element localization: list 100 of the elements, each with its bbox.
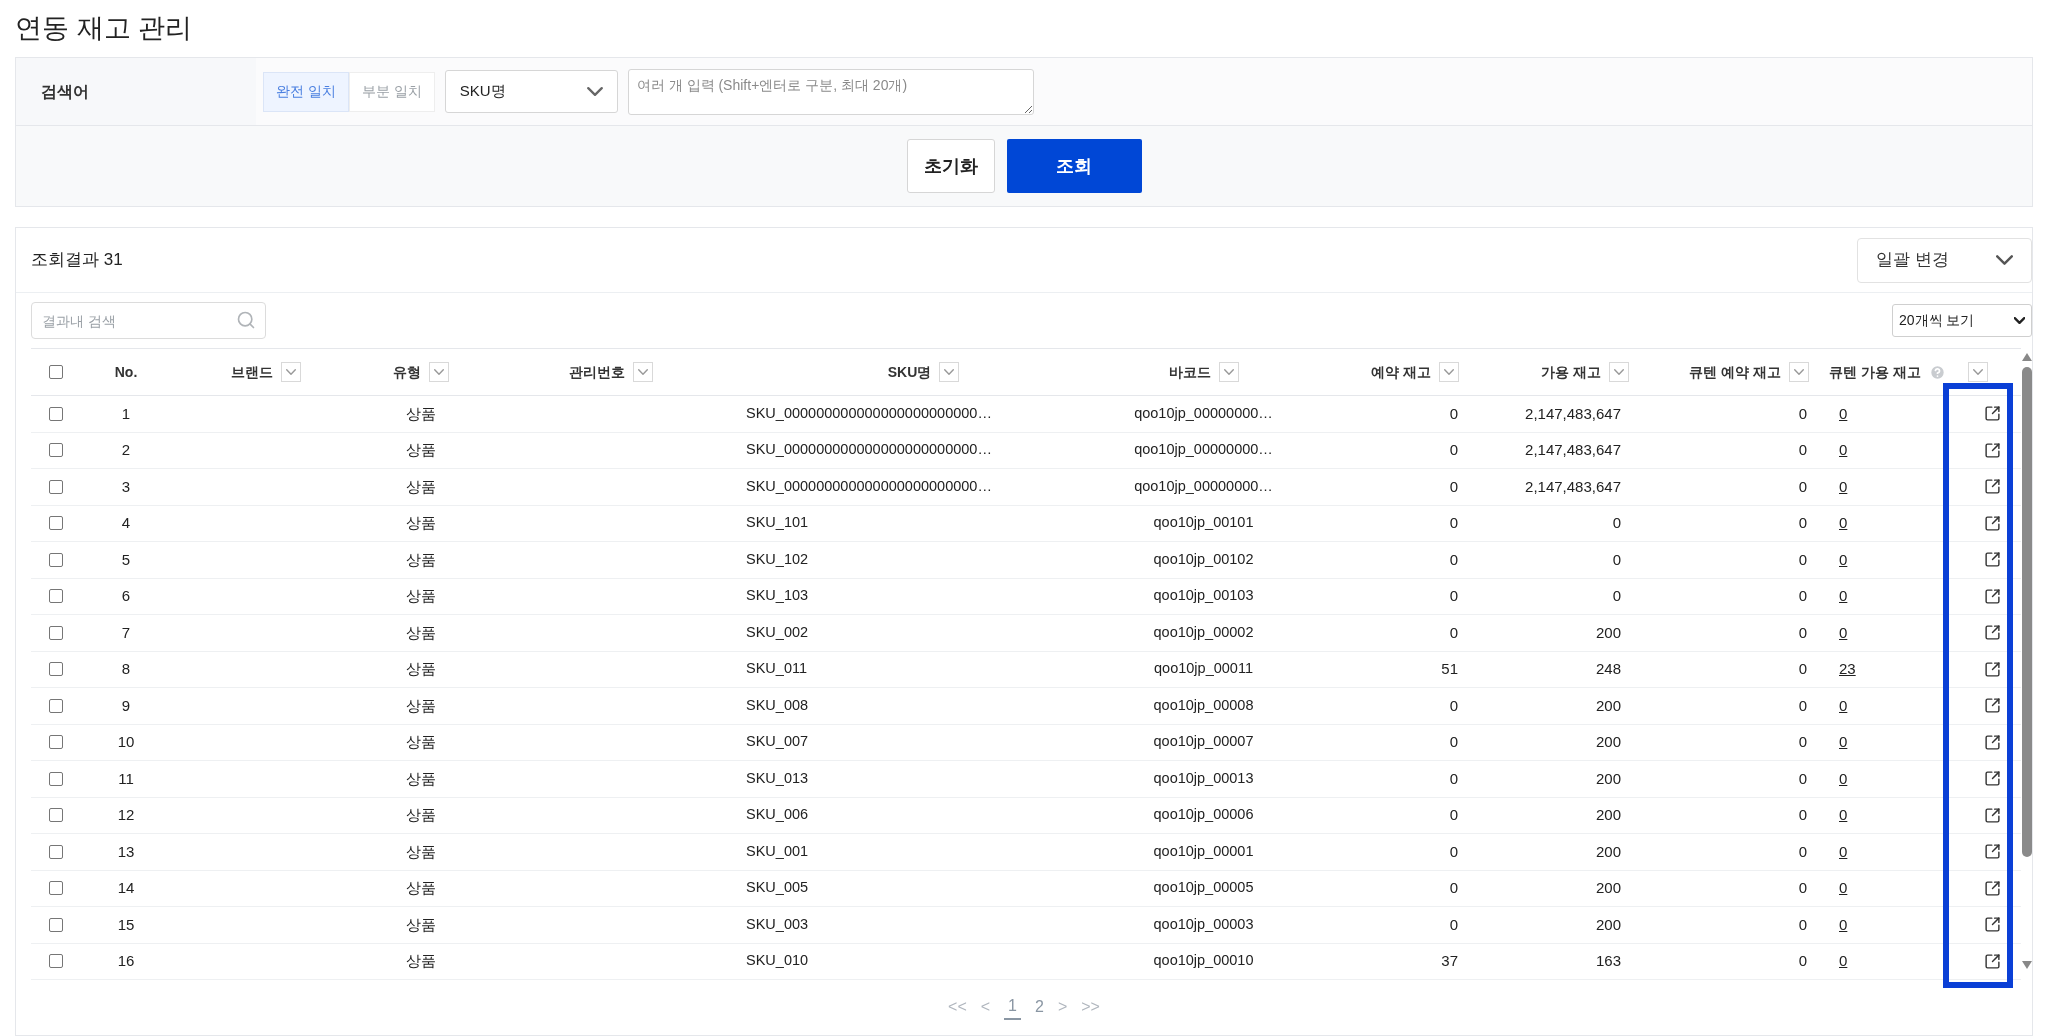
help-icon <box>1928 363 1946 381</box>
external-link-icon[interactable] <box>1984 624 2001 642</box>
table-cell-text: 0 <box>1449 622 1458 643</box>
stock-link[interactable]: 23 <box>1839 658 1856 681</box>
external-link-icon[interactable] <box>1984 916 2001 934</box>
scrollbar-thumb[interactable] <box>2021 367 2032 857</box>
external-link-icon[interactable] <box>1984 405 2001 423</box>
checkbox[interactable] <box>49 771 63 786</box>
table-cell-text: 0 <box>1449 732 1458 752</box>
external-link-icon[interactable] <box>1984 806 2001 824</box>
checkbox[interactable] <box>49 954 63 969</box>
external-link-icon[interactable] <box>1984 660 2001 678</box>
checkbox[interactable] <box>49 479 63 494</box>
external-link-icon[interactable] <box>1984 697 2001 715</box>
checkbox[interactable] <box>49 917 63 932</box>
table-cell-text: qoo10jp_00006 <box>1153 805 1254 825</box>
stock-link[interactable]: 0 <box>1839 731 1848 754</box>
stock-link[interactable]: 0 <box>1839 877 1848 900</box>
match-mode-tab[interactable]: 완전 일치 <box>263 71 349 112</box>
column-filter-button[interactable] <box>939 362 960 382</box>
column-filter-button[interactable] <box>1439 362 1459 382</box>
column-filter-button[interactable] <box>429 362 449 382</box>
stock-link[interactable]: 0 <box>1839 439 1848 462</box>
checkbox[interactable] <box>49 406 63 421</box>
stock-link[interactable]: 0 <box>1839 548 1848 571</box>
table-cell-text: SKU_005 <box>746 878 809 898</box>
checkbox[interactable] <box>49 735 63 750</box>
field-select[interactable]: SKU명 <box>444 70 618 113</box>
chevron-down-icon <box>944 369 955 375</box>
stock-link[interactable]: 0 <box>1839 694 1848 717</box>
checkbox[interactable] <box>49 662 63 677</box>
checkbox[interactable] <box>49 365 63 379</box>
table-cell-text: 0 <box>1798 549 1807 570</box>
chevron-down-icon <box>2014 317 2025 324</box>
scroll-up-arrow-icon[interactable] <box>2021 353 2032 361</box>
external-link-icon[interactable] <box>1984 879 2001 897</box>
table-cell-text: 12 <box>117 805 135 825</box>
external-link-icon[interactable] <box>1984 952 2001 970</box>
column-filter-button[interactable] <box>1218 362 1239 382</box>
table-cell-text: SKU_003 <box>746 914 809 934</box>
stock-link[interactable]: 0 <box>1839 512 1848 535</box>
external-link-icon[interactable] <box>1984 514 2001 532</box>
stock-link[interactable]: 0 <box>1839 402 1848 425</box>
column-filter-button[interactable] <box>1789 362 1809 382</box>
table-cell-text: SKU_002 <box>746 622 809 642</box>
table-cell-text: SKU_001 <box>746 841 809 861</box>
stock-link[interactable]: 0 <box>1839 585 1848 608</box>
column-filter-button[interactable] <box>1609 362 1629 382</box>
table-cell-text: 2,147,483,647 <box>1525 403 1621 424</box>
checkbox[interactable] <box>49 589 63 604</box>
table-cell-text: 상품 <box>406 732 436 752</box>
table-cell-text: qoo10jp_00000000… <box>1134 476 1273 496</box>
table-cell-text: qoo10jp_00001 <box>1153 841 1254 861</box>
checkbox[interactable] <box>49 844 63 859</box>
checkbox[interactable] <box>49 881 63 896</box>
external-link-icon[interactable] <box>1984 733 2001 751</box>
checkbox[interactable] <box>49 443 63 458</box>
external-link-icon[interactable] <box>1984 441 2001 459</box>
external-link-icon[interactable] <box>1984 478 2001 496</box>
page-size-select[interactable]: 20개씩 보기 <box>1892 304 2032 337</box>
table-cell-text: qoo10jp_00003 <box>1153 914 1254 934</box>
table-cell-text: 248 <box>1595 659 1621 679</box>
column-filter-button[interactable] <box>633 362 653 382</box>
stock-link[interactable]: 0 <box>1839 621 1848 644</box>
table-cell-text: 0 <box>1449 403 1458 424</box>
external-link-icon[interactable] <box>1984 587 2001 605</box>
external-link-icon[interactable] <box>1984 551 2001 569</box>
search-input-field[interactable]: 여러 개 입력 (Shift+엔터로 구분, 최대 20개) <box>627 68 1034 115</box>
table-cell-text: 0 <box>1798 805 1807 825</box>
table-cell-text: 0 <box>1449 841 1458 862</box>
search-button[interactable]: 조회 <box>1006 139 1142 193</box>
column-filter-button[interactable] <box>1967 362 1988 382</box>
checkbox[interactable] <box>49 516 63 531</box>
table-cell-text: 15 <box>117 914 135 935</box>
chevron-down-icon <box>1794 369 1804 375</box>
table-cell-text: 0 <box>1798 695 1807 716</box>
external-link-icon[interactable] <box>1984 770 2001 788</box>
table-cell-text: 200 <box>1595 878 1621 898</box>
checkbox[interactable] <box>49 698 63 713</box>
bulk-change-dropdown[interactable]: 일괄 변경 <box>1857 237 2032 283</box>
table-cell-text: 상품 <box>406 951 436 971</box>
checkbox[interactable] <box>49 552 63 567</box>
stock-link[interactable]: 0 <box>1839 840 1848 863</box>
stock-link[interactable]: 0 <box>1839 950 1848 973</box>
stock-link[interactable]: 0 <box>1839 767 1848 790</box>
table-cell-text: 상품 <box>406 768 436 789</box>
table-cell-text: SKU_011 <box>746 659 807 679</box>
reset-button[interactable]: 초기화 <box>906 139 995 193</box>
scroll-down-arrow-icon[interactable] <box>2021 961 2032 969</box>
table-cell-text: SKU_006 <box>746 805 809 825</box>
table-cell-text: 상품 <box>406 586 436 606</box>
column-filter-button[interactable] <box>281 362 301 382</box>
checkbox[interactable] <box>49 625 63 640</box>
stock-link[interactable]: 0 <box>1839 804 1848 827</box>
external-link-icon[interactable] <box>1984 843 2001 861</box>
checkbox[interactable] <box>49 808 63 823</box>
table-cell-text: 7 <box>121 622 131 643</box>
result-search-field[interactable]: 결과내 검색 <box>31 302 266 339</box>
stock-link[interactable]: 0 <box>1839 475 1848 498</box>
stock-link[interactable]: 0 <box>1839 913 1848 936</box>
